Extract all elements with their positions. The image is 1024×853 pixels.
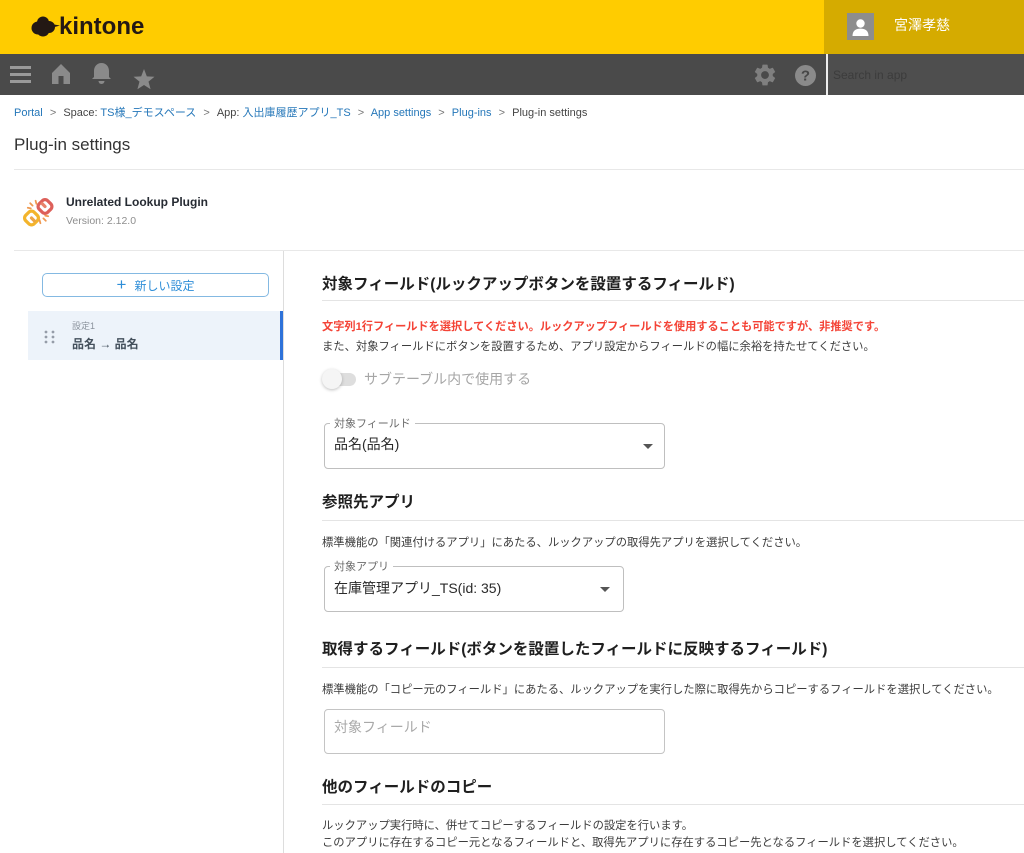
svg-text:?: ? (801, 67, 810, 84)
